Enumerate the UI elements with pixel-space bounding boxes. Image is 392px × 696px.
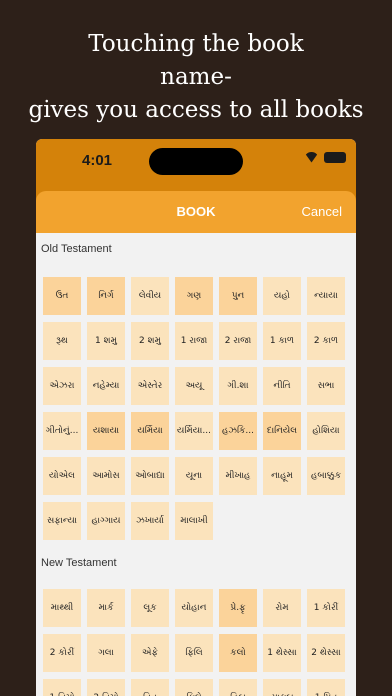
book-tile[interactable]: દાનિયેલ xyxy=(263,412,301,450)
book-tile[interactable]: માથ્થી xyxy=(43,589,81,627)
book-tile[interactable]: એફે xyxy=(131,634,169,672)
book-tile[interactable]: ન્યાયા xyxy=(307,277,345,315)
book-tile[interactable]: મીખાહ xyxy=(219,457,257,495)
book-tile[interactable]: ફિલિ xyxy=(175,634,213,672)
book-tile[interactable]: માર્ક xyxy=(87,589,125,627)
book-tile[interactable]: નિર્ગ xyxy=(87,277,125,315)
book-tile[interactable]: આમોસ xyxy=(87,457,125,495)
book-tile[interactable]: પુન xyxy=(219,277,257,315)
wifi-icon xyxy=(304,152,319,163)
book-tile[interactable]: યૂના xyxy=(175,457,213,495)
book-tile[interactable]: યશાયા xyxy=(87,412,125,450)
book-tile[interactable]: યોએલ xyxy=(43,457,81,495)
book-tile[interactable]: સફાન્યા xyxy=(43,502,81,540)
book-tile[interactable]: એઝરા xyxy=(43,367,81,405)
book-tile[interactable]: નીતિ xyxy=(263,367,301,405)
promo-line-3: gives you access to all books xyxy=(28,97,364,123)
new-testament-grid: માથ્થી માર્ક લૂક યોહાન પ્રે.ફૃ રોમ 1 કોરીં 2 કો… xyxy=(43,589,351,696)
book-tile[interactable]: 2 તિમો xyxy=(87,679,125,696)
book-tile[interactable]: ઓબાદ્યા xyxy=(131,457,169,495)
book-tile[interactable]: નાહૂમ xyxy=(263,457,301,495)
book-tile[interactable]: 1 પિત xyxy=(307,679,345,696)
book-tile[interactable]: માલાખી xyxy=(175,502,213,540)
book-tile[interactable]: 2 કોરીં xyxy=(43,634,81,672)
book-tile[interactable]: એસ્તેર xyxy=(131,367,169,405)
book-tile[interactable]: હાગ્ગાય xyxy=(87,502,125,540)
book-tile[interactable]: 1 કાળ xyxy=(263,322,301,360)
book-tile[interactable]: હઝકિ... xyxy=(219,412,257,450)
book-tile[interactable]: 1 કોરીં xyxy=(307,589,345,627)
book-tile[interactable]: હિબ્રૂ xyxy=(219,679,257,696)
book-tile[interactable]: યાકૂબ xyxy=(263,679,301,696)
status-icons xyxy=(304,152,346,163)
book-tile[interactable]: નહેમ્યા xyxy=(87,367,125,405)
old-testament-label: Old Testament xyxy=(41,243,112,255)
book-tile[interactable]: ઝખાર્યા xyxy=(131,502,169,540)
promo-line-1: Touching the book xyxy=(88,31,304,57)
book-tile[interactable]: 2 થેસ્સા xyxy=(307,634,345,672)
dynamic-island xyxy=(149,148,243,175)
new-testament-label: New Testament xyxy=(41,557,117,569)
book-tile[interactable]: હોશિયા xyxy=(307,412,345,450)
book-tile[interactable]: ગી.શા xyxy=(219,367,257,405)
book-tile[interactable]: 2 રાજા xyxy=(219,322,257,360)
book-sheet-header: BOOK Cancel xyxy=(36,191,356,233)
book-tile[interactable]: ગણ xyxy=(175,277,213,315)
promo-line-2: name- xyxy=(160,64,232,90)
book-tile[interactable]: યોહાન xyxy=(175,589,213,627)
book-tile[interactable]: 2 કાળ xyxy=(307,322,345,360)
book-tile[interactable]: હબાક્કુક xyxy=(307,457,345,495)
book-tile[interactable]: ઉત xyxy=(43,277,81,315)
book-tile[interactable]: યર્મિયા xyxy=(131,412,169,450)
status-time: 4:01 xyxy=(82,152,113,169)
book-tile[interactable]: ગલા xyxy=(87,634,125,672)
book-tile[interactable]: રોમ xyxy=(263,589,301,627)
book-tile[interactable]: 2 શમુ xyxy=(131,322,169,360)
book-tile[interactable]: કલો xyxy=(219,634,257,672)
phone-screen: 4:01 BOOK Cancel Old Testament ઉત નિર્ગ લે… xyxy=(36,139,356,696)
book-tile[interactable]: 1 થેસ્સા xyxy=(263,634,301,672)
promo-caption: Touching the book name- gives you access… xyxy=(0,28,392,127)
book-tile[interactable]: તિત xyxy=(131,679,169,696)
book-tile[interactable]: 1 રાજા xyxy=(175,322,213,360)
book-tile[interactable]: સભા xyxy=(307,367,345,405)
book-tile[interactable]: યર્મિયા... xyxy=(175,412,213,450)
book-tile[interactable]: પ્રે.ફૃ xyxy=(219,589,257,627)
battery-icon xyxy=(324,152,346,163)
book-tile[interactable]: 1 તિમો xyxy=(43,679,81,696)
book-tile[interactable]: ફિલે xyxy=(175,679,213,696)
book-tile[interactable]: અયૂ xyxy=(175,367,213,405)
book-tile[interactable]: લૂક xyxy=(131,589,169,627)
book-tile[interactable]: લેવીય xyxy=(131,277,169,315)
book-tile[interactable]: રૂથ xyxy=(43,322,81,360)
cancel-button[interactable]: Cancel xyxy=(302,191,342,233)
old-testament-grid: ઉત નિર્ગ લેવીય ગણ પુન યહો ન્યાયા રૂથ 1 શમુ 2 શમુ 1… xyxy=(43,277,351,540)
book-tile[interactable]: યહો xyxy=(263,277,301,315)
book-tile[interactable]: 1 શમુ xyxy=(87,322,125,360)
book-tile[interactable]: ગીતોનું... xyxy=(43,412,81,450)
